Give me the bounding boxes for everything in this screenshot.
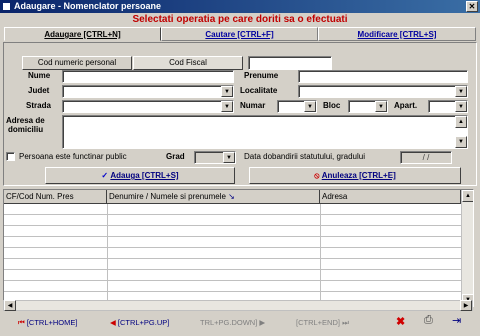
tab-cautare-label: Cautare [CTRL+F] (205, 30, 274, 39)
functionar-label: Persoana este functinar public (19, 152, 127, 161)
grad-label: Grad (166, 152, 185, 161)
date-input[interactable]: / / (400, 151, 452, 164)
results-grid[interactable]: CF/Cod Num. Pres Denumire / Numele si pr… (3, 189, 474, 307)
scroll-right-icon[interactable]: ▶ (460, 300, 472, 311)
cod-fiscal-button[interactable]: Cod Fiscal (133, 56, 243, 70)
cod-input[interactable] (248, 56, 332, 70)
localitate-select[interactable]: ▼ (298, 85, 468, 98)
cnp-button[interactable]: Cod numeric personal (22, 56, 132, 70)
check-icon: ✓ (101, 171, 109, 180)
judet-label: Judet (28, 86, 50, 95)
cancel-button[interactable]: ⦸ Anuleaza [CTRL+E] (249, 167, 461, 184)
chevron-down-icon[interactable]: ▼ (304, 101, 316, 112)
scroll-left-icon[interactable]: ◀ (4, 300, 16, 311)
grid-horizontal-scrollbar[interactable]: ◀ ▶ (3, 300, 473, 311)
col-adresa[interactable]: Adresa (320, 190, 461, 203)
sort-icon: ↘ (228, 192, 235, 201)
add-button-label: Adauga [CTRL+S] (110, 171, 179, 180)
numar-select[interactable]: ▼ (277, 100, 317, 113)
next-page-label: TRL+PG.DOWN] (200, 318, 258, 327)
functionar-checkbox[interactable] (6, 152, 15, 161)
navigation-bar: ⏮ [CTRL+HOME] ◀ [CTRL+PG.UP] TRL+PG.DOWN… (0, 313, 480, 336)
delete-icon[interactable]: ✖ (396, 315, 405, 328)
last-icon: ⏭ (342, 318, 349, 327)
table-row[interactable] (4, 237, 473, 248)
scroll-up-icon[interactable]: ▲ (462, 190, 473, 202)
col-denumire-label: Denumire / Numele si prenumele (109, 192, 226, 201)
col-denumire[interactable]: Denumire / Numele si prenumele ↘ (107, 190, 320, 203)
window-title: Adaugare - Nomenclator persoane (14, 1, 162, 11)
close-window-button[interactable]: ✕ (466, 1, 478, 12)
table-row[interactable] (4, 270, 473, 281)
first-record-button[interactable]: ⏮ [CTRL+HOME] (18, 318, 77, 328)
tab-strip: Adaugare [CTRL+N] Cautare [CTRL+F] Modif… (0, 26, 480, 42)
prenume-label: Prenume (244, 71, 279, 80)
chevron-down-icon[interactable]: ▼ (223, 152, 235, 163)
tab-adaugare[interactable]: Adaugare [CTRL+N] (4, 27, 161, 41)
last-record-button[interactable]: [CTRL+END] ⏭ (296, 318, 349, 328)
nume-label: Nume (28, 71, 51, 80)
adresa-textarea[interactable]: ▲ ▼ (62, 115, 468, 149)
apart-label: Apart. (394, 101, 418, 110)
table-row[interactable] (4, 215, 473, 226)
grid-vertical-scrollbar[interactable]: ▲ ▼ (461, 190, 473, 306)
data-label: Data dobandirii statutului, gradului (244, 152, 365, 161)
adresa-label-2: domiciliu (8, 125, 44, 134)
numar-label: Numar (240, 101, 266, 110)
col-cf[interactable]: CF/Cod Num. Pres (4, 190, 107, 203)
title-bar: Adaugare - Nomenclator persoane ✕ (0, 0, 480, 13)
chevron-down-icon[interactable]: ▼ (221, 101, 233, 112)
tab-modificare-label: Modificare [CTRL+S] (357, 30, 437, 39)
bloc-select[interactable]: ▼ (348, 100, 388, 113)
prev-icon: ◀ (110, 318, 116, 327)
scroll-up-icon[interactable]: ▲ (455, 116, 467, 128)
tab-cautare[interactable]: Cautare [CTRL+F] (161, 27, 318, 41)
add-button[interactable]: ✓ Adauga [CTRL+S] (45, 167, 235, 184)
cancel-button-label: Anuleaza [CTRL+E] (321, 171, 396, 180)
table-row[interactable] (4, 226, 473, 237)
table-row[interactable] (4, 281, 473, 292)
table-row[interactable] (4, 204, 473, 215)
table-row[interactable] (4, 248, 473, 259)
first-icon: ⏮ (18, 318, 25, 327)
table-row[interactable] (4, 259, 473, 270)
chevron-down-icon[interactable]: ▼ (455, 101, 467, 112)
adresa-label-1: Adresa de (6, 116, 45, 125)
bloc-label: Bloc (323, 101, 341, 110)
grad-select[interactable]: ▼ (194, 151, 236, 164)
nume-input[interactable] (62, 70, 234, 83)
chevron-down-icon[interactable]: ▼ (455, 86, 467, 97)
app-icon (2, 2, 11, 11)
chevron-down-icon[interactable]: ▼ (375, 101, 387, 112)
prev-page-button[interactable]: ◀ [CTRL+PG.UP] (110, 318, 169, 327)
scroll-down-icon[interactable]: ▼ (455, 136, 467, 148)
first-record-label: [CTRL+HOME] (26, 318, 78, 327)
strada-label: Strada (26, 101, 51, 110)
prev-page-label: [CTRL+PG.UP] (117, 318, 170, 327)
cancel-icon: ⦸ (314, 171, 320, 180)
grid-header: CF/Cod Num. Pres Denumire / Numele si pr… (4, 190, 473, 204)
tab-adaugare-label: Adaugare [CTRL+N] (44, 30, 121, 39)
prenume-input[interactable] (298, 70, 468, 83)
strada-select[interactable]: ▼ (62, 100, 234, 113)
last-record-label: [CTRL+END] (296, 318, 340, 327)
print-icon[interactable]: ⎙ (424, 314, 433, 327)
next-icon: ▶ (259, 318, 266, 327)
tab-modificare[interactable]: Modificare [CTRL+S] (318, 27, 476, 41)
apart-select[interactable]: ▼ (428, 100, 468, 113)
next-page-button[interactable]: TRL+PG.DOWN] ▶ (200, 318, 265, 327)
exit-icon[interactable]: ⇥ (452, 314, 461, 327)
judet-select[interactable]: ▼ (62, 85, 234, 98)
chevron-down-icon[interactable]: ▼ (221, 86, 233, 97)
localitate-label: Localitate (240, 86, 278, 95)
